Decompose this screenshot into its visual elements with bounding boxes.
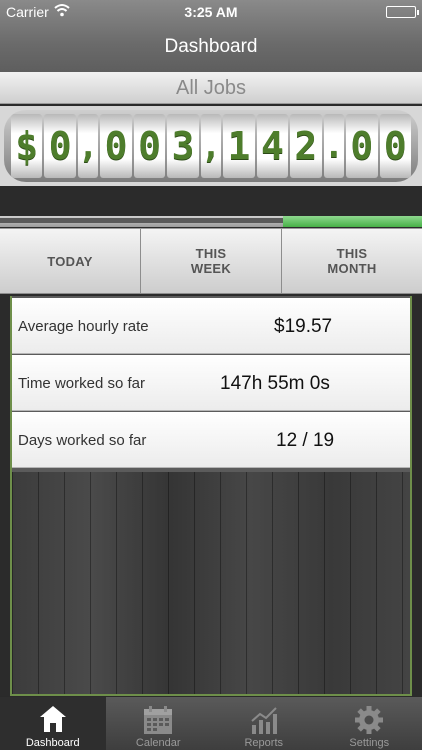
counter-digit: ,: [77, 114, 99, 178]
navigation-bar: Carrier 3:25 AM Dashboard: [0, 0, 422, 72]
earnings-counter: $0, 0 0 3, 1 4 2. 0 0: [4, 110, 418, 182]
status-bar: Carrier 3:25 AM: [0, 0, 422, 24]
tabbar-settings[interactable]: Settings: [317, 697, 422, 750]
earnings-counter-frame: $0, 0 0 3, 1 4 2. 0 0: [0, 106, 422, 186]
period-selector: TODAY THIS WEEK THIS MONTH: [0, 228, 422, 294]
stats-panel: Average hourly rate $19.57 Time worked s…: [10, 296, 412, 696]
home-icon: [38, 705, 68, 736]
counter-digit: $: [11, 114, 43, 178]
tabbar-dashboard-label: Dashboard: [25, 737, 80, 749]
counter-digit: ,: [200, 114, 222, 178]
counter-digit: 0: [346, 114, 378, 178]
counter-digit: 0: [100, 114, 132, 178]
jobs-filter-button[interactable]: All Jobs: [0, 72, 422, 104]
tabbar-calendar-label: Calendar: [135, 737, 181, 749]
counter-digit: 1: [223, 114, 255, 178]
tab-this-week-label: THIS WEEK: [190, 246, 232, 276]
tabbar-reports[interactable]: Reports: [211, 697, 317, 750]
counter-digit: 3: [167, 114, 199, 178]
hourly-rate-value: $19.57: [274, 316, 333, 337]
tab-this-month[interactable]: THIS MONTH: [282, 229, 422, 293]
counter-digit: 0: [44, 114, 76, 178]
status-time: 3:25 AM: [184, 4, 238, 20]
chart-icon: [249, 705, 279, 738]
period-progress-bar: [0, 216, 422, 227]
counter-digit: .: [323, 114, 345, 178]
counter-digit: 0: [379, 114, 411, 178]
hourly-rate-label: Average hourly rate: [18, 318, 149, 335]
days-worked-value: 12 / 19: [276, 430, 335, 451]
page-title: Dashboard: [164, 36, 258, 57]
time-worked-value: 147h 55m 0s: [220, 373, 330, 394]
tabbar-settings-label: Settings: [349, 737, 390, 749]
counter-digit: 4: [256, 114, 289, 178]
counter-digit: 0: [133, 114, 166, 178]
calendar-icon: [143, 705, 173, 738]
tab-bar: Dashboard Calendar Reports Settings: [0, 696, 422, 750]
tab-this-month-label: THIS MONTH: [327, 246, 377, 276]
gear-icon: [354, 705, 384, 738]
progress-fill: [282, 216, 422, 227]
tab-today[interactable]: TODAY: [0, 229, 141, 293]
days-worked-row: Days worked so far 12 / 19: [12, 412, 410, 468]
battery-icon: [386, 6, 419, 18]
tabbar-reports-label: Reports: [244, 737, 284, 749]
days-worked-label: Days worked so far: [18, 432, 147, 449]
hourly-rate-row: Average hourly rate $19.57: [12, 298, 410, 354]
counter-digit: 2: [290, 114, 322, 178]
tab-today-label: TODAY: [47, 253, 93, 269]
time-worked-label: Time worked so far: [18, 375, 145, 392]
tab-this-week[interactable]: THIS WEEK: [141, 229, 282, 293]
tabbar-calendar[interactable]: Calendar: [106, 697, 212, 750]
tabbar-dashboard[interactable]: Dashboard: [0, 697, 106, 750]
time-worked-row: Time worked so far 147h 55m 0s: [12, 355, 410, 411]
wood-background: [12, 472, 410, 694]
